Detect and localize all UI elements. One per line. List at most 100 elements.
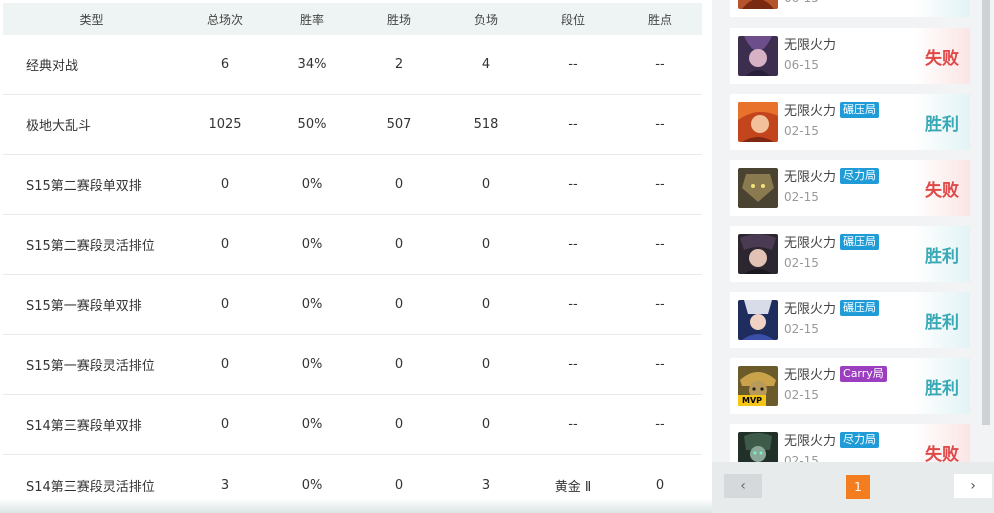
cell-points: -- xyxy=(655,417,665,432)
cell-win-rate: 0% xyxy=(301,177,323,192)
match-tag-badge: 碾压局 xyxy=(840,101,880,118)
match-item[interactable]: 无限火力 碾压局 02-15 胜利 xyxy=(730,292,970,348)
cell-losses: 0 xyxy=(481,357,491,372)
match-result: 失败 xyxy=(914,160,970,216)
header-losses: 负场 xyxy=(473,12,498,27)
cell-win-rate: 34% xyxy=(297,57,327,72)
cell-wins: 2 xyxy=(394,57,404,72)
match-mode: 无限火力 xyxy=(784,302,837,317)
cell-wins: 0 xyxy=(394,237,404,252)
prev-page-button[interactable]: ‹ xyxy=(724,474,762,498)
cell-type: S15第一赛段灵活排位 xyxy=(26,359,155,374)
match-date: 02-15 xyxy=(784,190,819,204)
cell-wins: 507 xyxy=(386,117,412,132)
match-date: 06-15 xyxy=(784,0,819,5)
match-mode: 无限火力 xyxy=(784,170,837,185)
match-result: 胜利 xyxy=(914,226,970,282)
cell-type: S14第三赛段灵活排位 xyxy=(26,479,155,495)
header-points: 胜点 xyxy=(647,12,672,27)
match-item[interactable]: 无限火力 碾压局 02-15 胜利 xyxy=(730,94,970,150)
match-item[interactable]: 无限火力 06-15 失败 xyxy=(730,28,970,84)
next-page-button[interactable]: › xyxy=(954,474,992,498)
match-date: 02-15 xyxy=(784,256,819,270)
cell-points: -- xyxy=(655,237,665,252)
cell-type: S15第二赛段单双排 xyxy=(26,179,142,194)
match-result: 失败 xyxy=(914,28,970,84)
cell-points: -- xyxy=(655,357,665,372)
cell-wins: 0 xyxy=(394,297,404,312)
cell-win-rate: 50% xyxy=(297,117,327,132)
cell-total: 0 xyxy=(220,177,230,192)
match-result xyxy=(914,0,970,17)
cell-total: 0 xyxy=(220,237,230,252)
cell-win-rate: 0% xyxy=(301,357,323,372)
cell-points: -- xyxy=(655,297,665,312)
header-rank: 段位 xyxy=(560,12,585,27)
champion-portrait-icon xyxy=(738,168,778,208)
match-item[interactable]: MVP 无限火力 Carry局 02-15 胜利 xyxy=(730,358,970,414)
cell-rank: -- xyxy=(568,237,578,252)
cell-points: 0 xyxy=(655,477,665,493)
cell-wins: 0 xyxy=(394,417,404,432)
recent-matches-panel[interactable]: 06-15 无限火力 06-15 失败 无限火力 碾压局 02-15 胜利 无限… xyxy=(712,0,994,513)
header-wins: 胜场 xyxy=(386,12,411,27)
stats-table-header: 类型 总场次 胜率 胜场 负场 段位 胜点 xyxy=(3,3,702,35)
cell-wins: 0 xyxy=(394,177,404,192)
cell-win-rate: 0% xyxy=(301,417,323,432)
table-row: S15第一赛段灵活排位 0 0% 0 0 -- -- xyxy=(3,335,702,395)
cell-win-rate: 0% xyxy=(301,297,323,312)
match-item[interactable]: 无限火力 尽力局 02-15 失败 xyxy=(730,160,970,216)
cell-rank: -- xyxy=(568,117,578,132)
match-result: 胜利 xyxy=(914,358,970,414)
cell-total: 1025 xyxy=(208,117,242,132)
match-date: 06-15 xyxy=(784,58,819,72)
cell-losses: 0 xyxy=(481,297,491,312)
table-row: S15第一赛段单双排 0 0% 0 0 -- -- xyxy=(3,275,702,335)
cell-wins: 0 xyxy=(394,357,404,372)
cell-points: -- xyxy=(655,177,665,192)
cell-losses: 0 xyxy=(481,417,491,432)
cell-type: S14第三赛段单双排 xyxy=(26,419,142,434)
match-result: 胜利 xyxy=(914,94,970,150)
cell-total: 0 xyxy=(220,417,230,432)
cell-losses: 4 xyxy=(481,57,491,72)
header-total: 总场次 xyxy=(206,12,243,27)
match-item[interactable]: 无限火力 碾压局 02-15 胜利 xyxy=(730,226,970,282)
match-mode: 无限火力 xyxy=(784,434,837,449)
match-mode: 无限火力 xyxy=(784,236,837,251)
champion-portrait-icon xyxy=(738,36,778,76)
chevron-left-icon: ‹ xyxy=(740,478,746,494)
match-mode: 无限火力 xyxy=(784,104,837,119)
match-date: 02-15 xyxy=(784,322,819,336)
match-date: 02-15 xyxy=(784,124,819,138)
cell-rank: -- xyxy=(568,417,578,432)
match-tag-badge: 碾压局 xyxy=(840,233,880,250)
stats-table-body: 经典对战 6 34% 2 4 -- -- 极地大乱斗 1025 50% 507 … xyxy=(3,35,702,513)
match-date: 02-15 xyxy=(784,388,819,402)
match-result: 胜利 xyxy=(914,292,970,348)
cell-rank: -- xyxy=(568,297,578,312)
mode-stats-table: 类型 总场次 胜率 胜场 负场 段位 胜点 经典对战 6 34% 2 4 -- … xyxy=(0,0,712,513)
cell-rank: -- xyxy=(568,357,578,372)
cell-wins: 0 xyxy=(394,477,404,493)
cell-type: 极地大乱斗 xyxy=(26,119,92,134)
cell-losses: 518 xyxy=(473,117,499,132)
champion-portrait-icon xyxy=(738,102,778,142)
cell-win-rate: 0% xyxy=(301,237,323,252)
mvp-badge: MVP xyxy=(738,395,766,406)
match-tag-badge: 碾压局 xyxy=(840,299,880,316)
cell-total: 0 xyxy=(220,297,230,312)
match-mode: 无限火力 xyxy=(784,368,837,383)
match-tag-badge: 尽力局 xyxy=(840,167,880,184)
table-row: 极地大乱斗 1025 50% 507 518 -- -- xyxy=(3,95,702,155)
match-item[interactable]: 06-15 xyxy=(730,0,970,17)
table-row: S14第三赛段单双排 0 0% 0 0 -- -- xyxy=(3,395,702,455)
match-tag-badge: Carry局 xyxy=(840,365,887,382)
champion-portrait-icon xyxy=(738,0,778,9)
bottom-fade xyxy=(0,499,712,513)
page-number-button[interactable]: 1 xyxy=(846,475,870,499)
cell-rank: 黄金 Ⅱ xyxy=(554,479,592,495)
scrollbar[interactable] xyxy=(982,0,990,425)
table-row: S15第二赛段灵活排位 0 0% 0 0 -- -- xyxy=(3,215,702,275)
header-type: 类型 xyxy=(79,12,104,27)
